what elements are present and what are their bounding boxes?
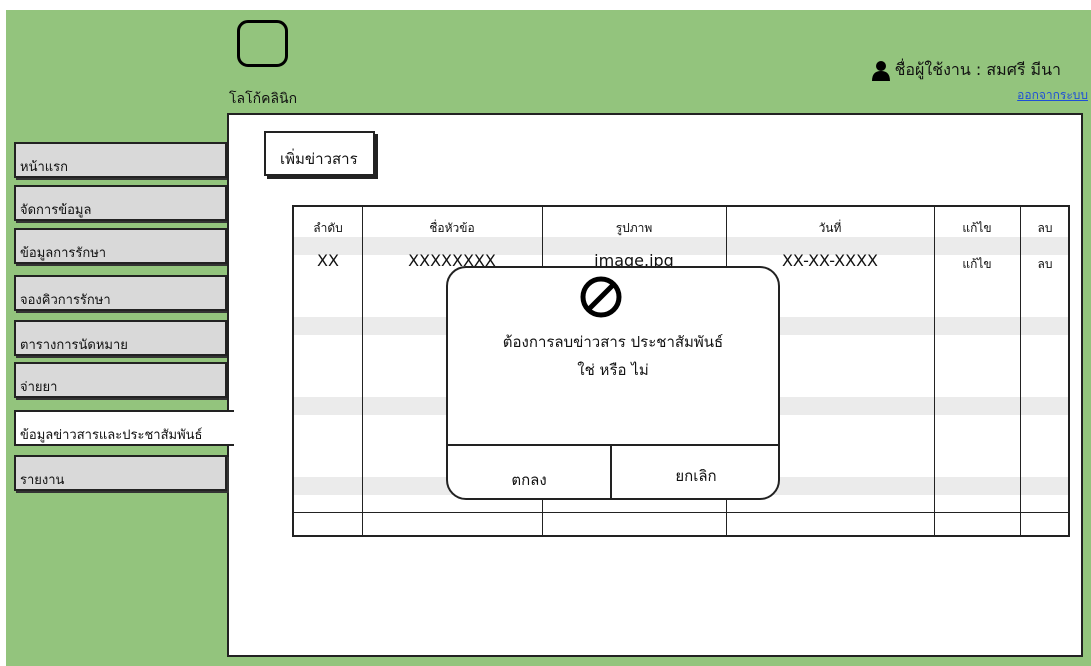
sidebar-item-dispense-medicine[interactable]: จ่ายยา: [14, 362, 227, 398]
sidebar-item-book-queue[interactable]: จองคิวการรักษา: [14, 275, 227, 311]
logo-label: โลโก้คลินิก: [229, 91, 298, 107]
sidebar-item-home[interactable]: หน้าแรก: [14, 142, 227, 178]
sidebar-item-label: หน้าแรก: [20, 160, 68, 175]
ban-icon: [580, 276, 622, 318]
delete-link[interactable]: ลบ: [1020, 255, 1068, 274]
dialog-question: ใช่ หรือ ไม่: [577, 361, 649, 379]
user-info: ชื่อผู้ใช้งาน : สมศรี มีนา: [871, 58, 1061, 83]
sidebar-item-appointments[interactable]: ตารางการนัดหมาย: [14, 320, 227, 356]
table-divider: [294, 512, 1068, 513]
add-news-button[interactable]: เพิ่มข่าวสาร: [264, 131, 375, 176]
cancel-button[interactable]: ยกเลิก: [612, 464, 778, 488]
sidebar-item-label: จองคิวการรักษา: [20, 293, 111, 308]
confirm-button[interactable]: ตกลง: [448, 468, 610, 492]
sidebar-item-label: ข้อมูลข่าวสารและประชาสัมพันธ์: [20, 428, 203, 443]
edit-link[interactable]: แก้ไข: [934, 255, 1020, 274]
dialog-message: ต้องการลบข่าวสาร ประชาสัมพันธ์: [502, 333, 724, 351]
table-cell-order: XX: [317, 251, 339, 270]
sidebar-item-label: ข้อมูลการรักษา: [20, 246, 107, 261]
delete-confirm-dialog: ต้องการลบข่าวสาร ประชาสัมพันธ์ ใช่ หรือ …: [446, 266, 780, 500]
sidebar-item-news[interactable]: ข้อมูลข่าวสารและประชาสัมพันธ์: [14, 410, 234, 446]
sidebar-item-reports[interactable]: รายงาน: [14, 455, 227, 491]
user-icon: [871, 60, 890, 81]
logout-link[interactable]: ออกจากระบบ: [1017, 86, 1088, 105]
sidebar-item-label: รายงาน: [20, 473, 65, 488]
sidebar-item-label: ตารางการนัดหมาย: [20, 338, 128, 353]
column-header-edit: แก้ไข: [962, 221, 992, 235]
sidebar-item-manage-data[interactable]: จัดการข้อมูล: [14, 185, 227, 221]
sidebar-item-treatment-info[interactable]: ข้อมูลการรักษา: [14, 228, 227, 264]
dialog-divider: [448, 444, 778, 446]
sidebar-item-label: จ่ายยา: [20, 380, 58, 395]
column-header-delete: ลบ: [1037, 221, 1053, 235]
column-header-date: วันที่: [818, 221, 842, 235]
clinic-logo: [237, 20, 288, 67]
column-header-order: ลำดับ: [313, 221, 343, 235]
user-name-label: ชื่อผู้ใช้งาน : สมศรี มีนา: [894, 60, 1061, 79]
column-header-image: รูปภาพ: [615, 221, 653, 235]
sidebar-item-label: จัดการข้อมูล: [20, 203, 92, 218]
column-header-title: ชื่อหัวข้อ: [429, 221, 475, 235]
